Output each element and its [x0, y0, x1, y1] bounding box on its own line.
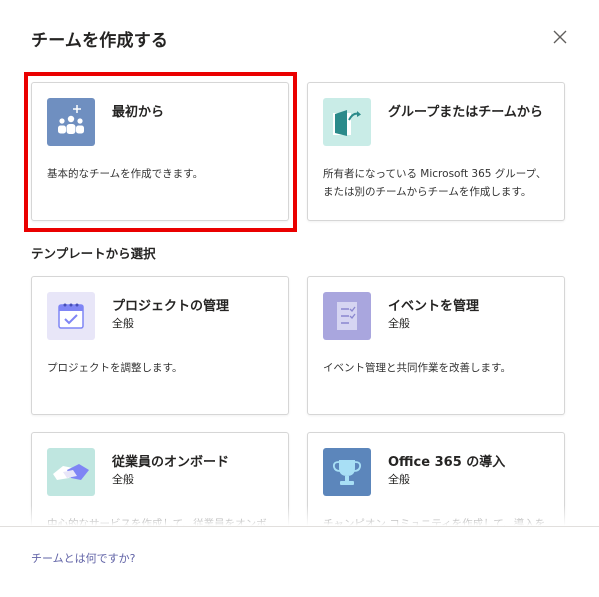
option-description: 基本的なチームを作成できます。 — [47, 168, 204, 180]
template-onboard-employees[interactable]: 従業員のオンボード 全般 中心的なサービスを作成して、従業員をオンボード — [31, 432, 289, 526]
option-title: グループまたはチームから — [388, 105, 543, 120]
template-category: 全般 — [112, 317, 134, 330]
template-adopt-office-365[interactable]: Office 365 の導入 全般 チャンピオン コミュニティを作成して、導入を… — [307, 432, 565, 526]
template-title: Office 365 の導入 — [388, 455, 506, 470]
trophy-icon — [323, 448, 371, 496]
template-manage-project[interactable]: プロジェクトの管理 全般 プロジェクトを調整します。 — [31, 276, 289, 415]
footer-divider — [0, 526, 599, 527]
option-from-group-or-team[interactable]: グループまたはチームから 所有者になっている Microsoft 365 グルー… — [307, 82, 565, 221]
option-description: 所有者になっている Microsoft 365 グループ、または別のチームからチ… — [323, 168, 547, 198]
template-category: 全般 — [388, 473, 410, 486]
templates-heading: テンプレートから選択 — [31, 246, 156, 261]
team-add-icon — [47, 98, 95, 146]
template-description: イベント管理と共同作業を改善します。 — [323, 362, 511, 374]
template-category: 全般 — [112, 473, 134, 486]
calendar-check-icon — [47, 292, 95, 340]
template-description: 中心的なサービスを作成して、従業員をオンボード — [47, 518, 267, 526]
template-category: 全般 — [388, 317, 410, 330]
option-title: 最初から — [112, 105, 165, 120]
what-is-team-link[interactable]: チームとは何ですか? — [31, 550, 136, 566]
handshake-icon — [47, 448, 95, 496]
template-description: プロジェクトを調整します。 — [47, 362, 183, 374]
template-title: イベントを管理 — [388, 299, 480, 314]
group-export-icon — [323, 98, 371, 146]
template-description: チャンピオン コミュニティを作成して、導入を推進し — [323, 518, 546, 526]
template-title: プロジェクトの管理 — [112, 299, 230, 314]
option-from-scratch[interactable]: 最初から 基本的なチームを作成できます。 — [31, 82, 289, 221]
dialog-scroll-area[interactable]: 最初から 基本的なチームを作成できます。 グループまたはチームから 所有者になっ… — [0, 0, 599, 526]
template-title: 従業員のオンボード — [112, 455, 230, 470]
template-manage-event[interactable]: イベントを管理 全般 イベント管理と共同作業を改善します。 — [307, 276, 565, 415]
checklist-icon — [323, 292, 371, 340]
